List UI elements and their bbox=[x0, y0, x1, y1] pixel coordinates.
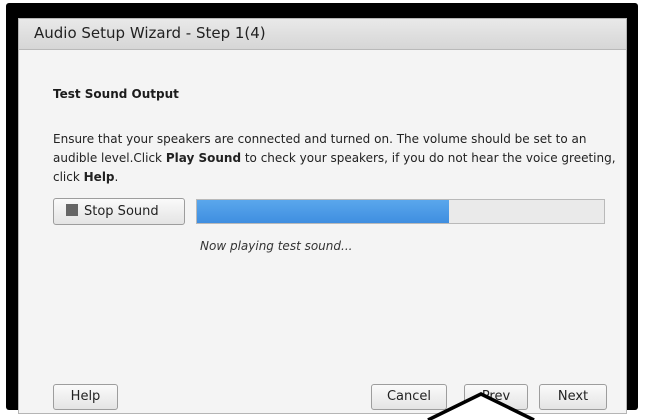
window-title: Audio Setup Wizard - Step 1(4) bbox=[34, 24, 266, 42]
sound-progress-bar bbox=[196, 199, 605, 224]
section-heading: Test Sound Output bbox=[53, 87, 179, 101]
callout-pointer bbox=[427, 392, 535, 420]
stop-sound-label: Stop Sound bbox=[84, 204, 159, 219]
audio-setup-wizard-dialog: Audio Setup Wizard - Step 1(4) Test Soun… bbox=[18, 18, 627, 414]
play-sound-term: Play Sound bbox=[165, 151, 242, 165]
stop-icon bbox=[66, 204, 78, 216]
help-button[interactable]: Help bbox=[53, 384, 118, 410]
help-term: Help bbox=[83, 170, 115, 184]
status-text: Now playing test sound... bbox=[200, 239, 353, 253]
stop-sound-button[interactable]: Stop Sound bbox=[53, 198, 185, 225]
progress-fill bbox=[197, 200, 450, 223]
title-bar[interactable]: Audio Setup Wizard - Step 1(4) bbox=[19, 19, 626, 50]
instructions-text: Ensure that your speakers are connected … bbox=[53, 130, 633, 187]
instructions-part-3: . bbox=[114, 170, 119, 184]
